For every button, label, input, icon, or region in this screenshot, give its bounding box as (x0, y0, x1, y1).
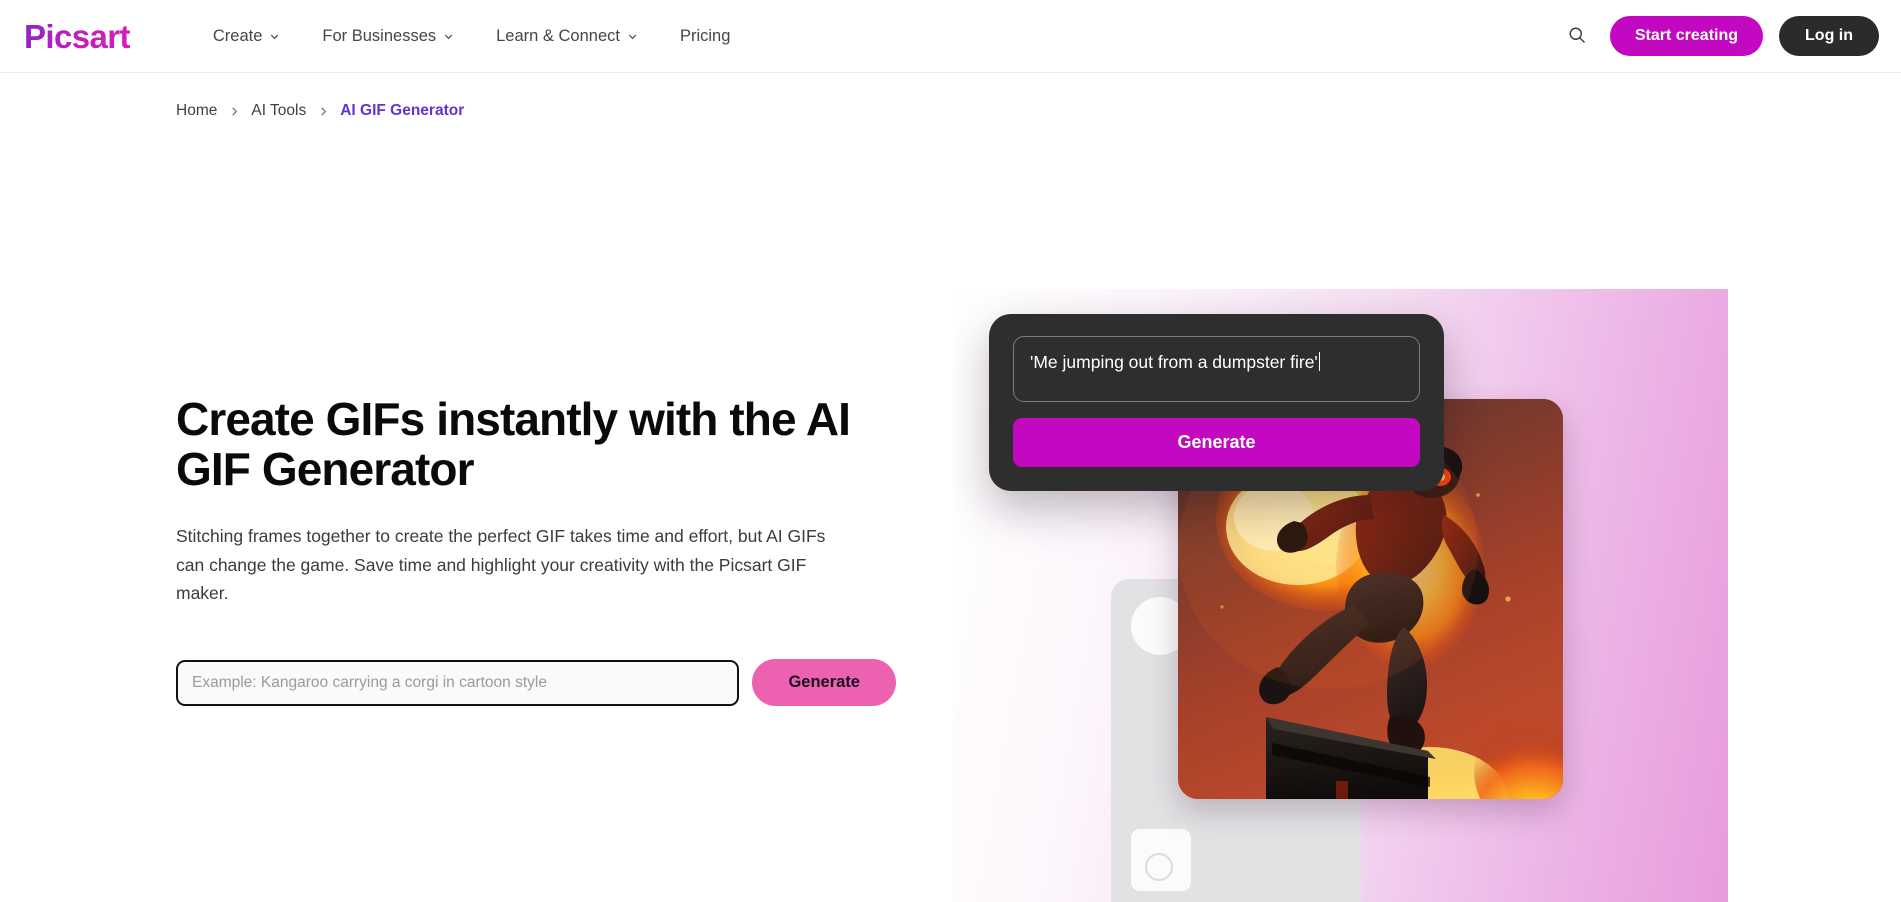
nav-item-pricing[interactable]: Pricing (659, 19, 751, 54)
ai-prompt-textarea[interactable]: 'Me jumping out from a dumpster fire' (1013, 336, 1420, 402)
text-cursor (1318, 352, 1321, 371)
generate-button[interactable]: Generate (752, 659, 896, 707)
search-icon (1567, 25, 1587, 48)
hero-section: Create GIFs instantly with the AI GIF Ge… (0, 119, 1901, 902)
ai-generate-button[interactable]: Generate (1013, 418, 1420, 467)
main-navigation: Create For Businesses Learn & Connect Pr… (192, 19, 752, 54)
picsart-logo[interactable]: Picsart (24, 20, 130, 53)
chevron-down-icon (443, 31, 454, 42)
breadcrumb-item-ai-tools[interactable]: AI Tools (251, 102, 306, 120)
login-button[interactable]: Log in (1779, 16, 1879, 56)
nav-item-label: Create (212, 26, 263, 45)
hero-copy: Create GIFs instantly with the AI GIF Ge… (176, 393, 896, 707)
prompt-form: Generate (176, 659, 896, 707)
start-creating-button[interactable]: Start creating (1609, 16, 1764, 56)
chevron-right-icon (217, 106, 251, 117)
breadcrumb-item-home[interactable]: Home (176, 102, 217, 120)
chevron-down-icon (627, 31, 638, 42)
breadcrumb: Home AI Tools AI GIF Generator (0, 73, 1901, 119)
nav-item-label: Learn & Connect (496, 26, 620, 45)
nav-item-label: Pricing (679, 26, 731, 45)
chevron-right-icon (306, 106, 340, 117)
chevron-down-icon (269, 31, 280, 42)
prompt-input[interactable] (176, 659, 740, 706)
header-actions: Start creating Log in (1560, 16, 1879, 56)
site-header: Picsart Create For Businesses Learn & Co… (0, 0, 1901, 73)
nav-item-create[interactable]: Create (192, 19, 302, 54)
page-title: Create GIFs instantly with the AI GIF Ge… (176, 393, 851, 496)
nav-item-for-businesses[interactable]: For Businesses (301, 19, 475, 54)
placeholder-chip (1131, 829, 1191, 891)
search-button[interactable] (1560, 19, 1594, 53)
ai-prompt-card: 'Me jumping out from a dumpster fire' Ge… (989, 314, 1444, 491)
nav-item-learn-and-connect[interactable]: Learn & Connect (475, 19, 659, 54)
hero-subtitle: Stitching frames together to create the … (176, 526, 826, 603)
ai-prompt-value: 'Me jumping out from a dumpster fire' (1030, 352, 1318, 372)
hero-illustration-panel: 'Me jumping out from a dumpster fire' Ge… (953, 289, 1728, 902)
breadcrumb-item-ai-gif-generator: AI GIF Generator (340, 102, 465, 119)
circle-outline-icon (1145, 853, 1173, 881)
nav-item-label: For Businesses (322, 26, 437, 45)
